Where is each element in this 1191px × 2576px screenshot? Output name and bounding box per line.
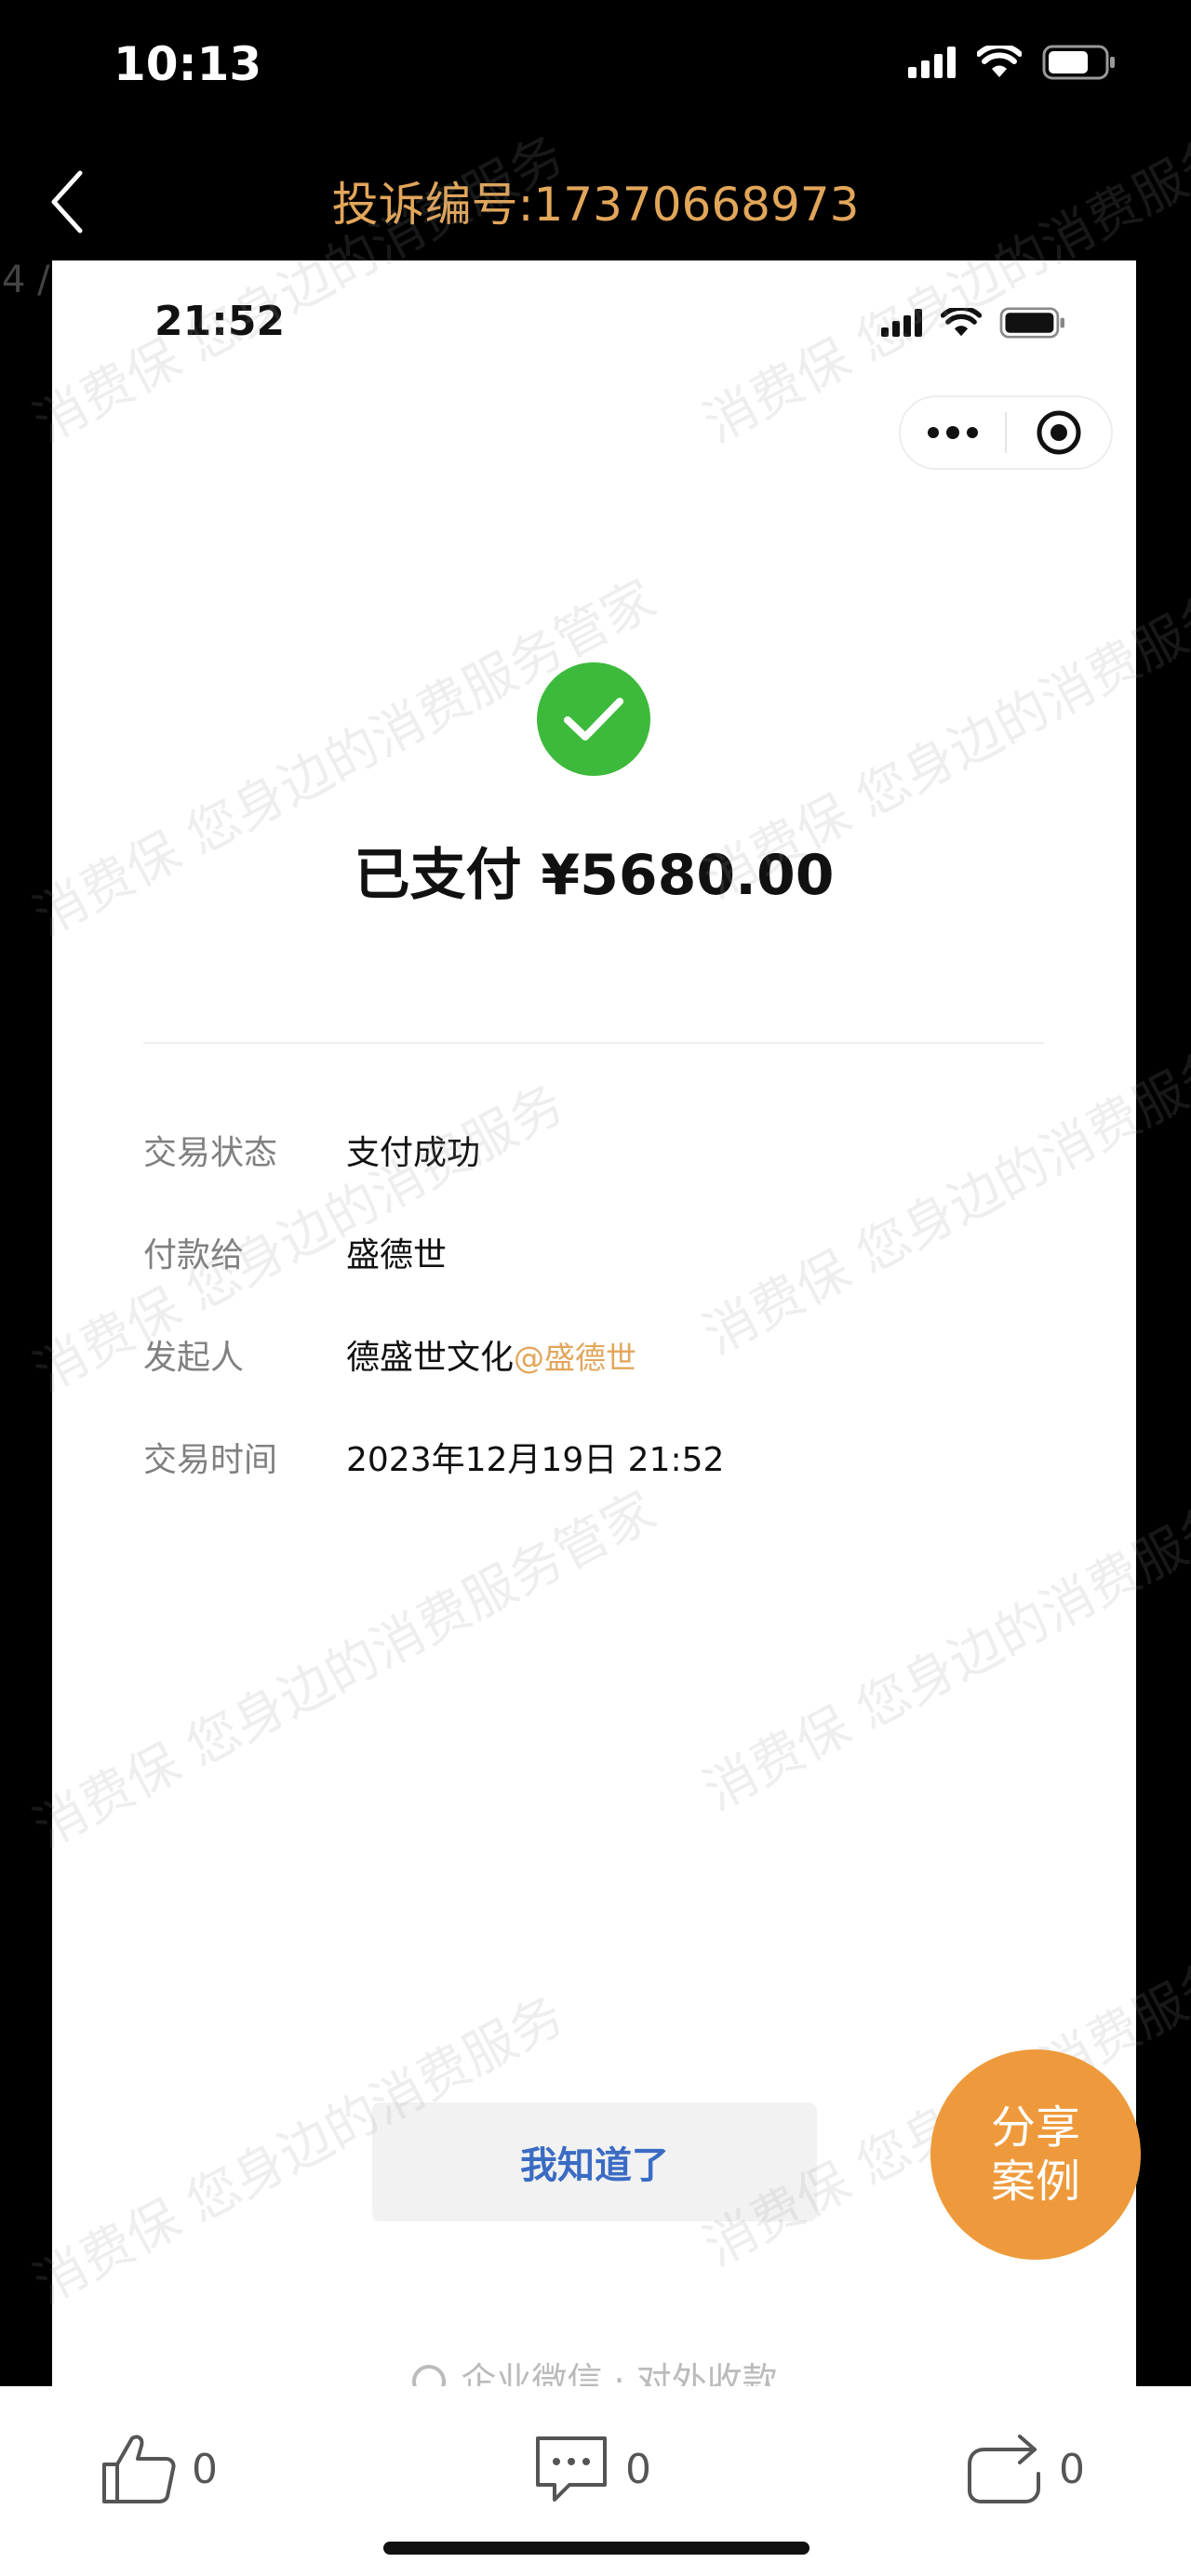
share-case-label-line2: 案例: [990, 2156, 1080, 2208]
battery-icon: [999, 307, 1064, 339]
row-value-payee: 盛德世: [346, 1236, 448, 1275]
status-icons: [908, 45, 1117, 80]
row-value-time: 2023年12月19日 21:52: [346, 1441, 725, 1479]
signal-icon: [908, 47, 956, 78]
complaint-number-title: 投诉编号:17370668973: [331, 178, 860, 232]
more-button[interactable]: [901, 397, 1005, 468]
like-count: 0: [192, 2445, 218, 2493]
forward-share-icon: [968, 2435, 1040, 2503]
got-it-button[interactable]: 我知道了: [372, 2102, 817, 2222]
inner-status-time: 21:52: [154, 298, 286, 345]
target-close-icon: [1037, 410, 1081, 455]
paid-amount-title: 已支付 ¥5680.00: [354, 843, 835, 908]
wecom-footer: 企业微信 · 对外收款: [52, 2352, 1136, 2386]
comment-icon: [536, 2436, 607, 2502]
row-label-status: 交易状态: [143, 1134, 278, 1172]
forward-button[interactable]: 0: [964, 2433, 1085, 2505]
like-button[interactable]: 0: [100, 2433, 218, 2505]
comment-button[interactable]: 0: [532, 2433, 651, 2505]
share-case-button[interactable]: 分享 案例: [930, 2049, 1141, 2260]
inner-status-icons: [881, 307, 1067, 339]
battery-icon: [1042, 45, 1115, 80]
more-dots-icon: [928, 426, 978, 439]
status-time: 10:13: [114, 37, 262, 91]
wifi-icon: [941, 308, 982, 337]
comment-count: 0: [625, 2445, 651, 2493]
row-label-time: 交易时间: [143, 1441, 278, 1479]
success-check-icon: [537, 662, 650, 776]
wecom-icon: [412, 2364, 447, 2386]
row-label-payee: 付款给: [143, 1236, 245, 1275]
close-miniprogram-button[interactable]: [1007, 397, 1111, 468]
signal-icon: [881, 309, 922, 337]
row-label-initiator: 发起人: [143, 1339, 245, 1377]
initiator-handle[interactable]: @盛德世: [514, 1340, 636, 1376]
miniprogram-capsule: [899, 395, 1113, 470]
page-indicator: 4 /: [2, 259, 50, 301]
divider: [143, 1042, 1044, 1044]
row-value-status: 支付成功: [346, 1134, 481, 1172]
row-value-initiator: 德盛世文化@盛德世: [346, 1330, 636, 1379]
wecom-footer-text: 企业微信 · 对外收款: [461, 2360, 778, 2386]
share-count: 0: [1059, 2445, 1085, 2493]
share-case-label-line1: 分享: [990, 2102, 1080, 2154]
home-indicator[interactable]: [383, 2542, 810, 2555]
payment-screenshot: 21:52 已支付 ¥5680.00 交易状态 支付成功 付款给 盛德世 发起人…: [52, 260, 1136, 2386]
wifi-icon: [977, 46, 1022, 77]
thumbs-up-icon: [102, 2435, 176, 2503]
initiator-name: 德盛世文化: [346, 1339, 515, 1377]
